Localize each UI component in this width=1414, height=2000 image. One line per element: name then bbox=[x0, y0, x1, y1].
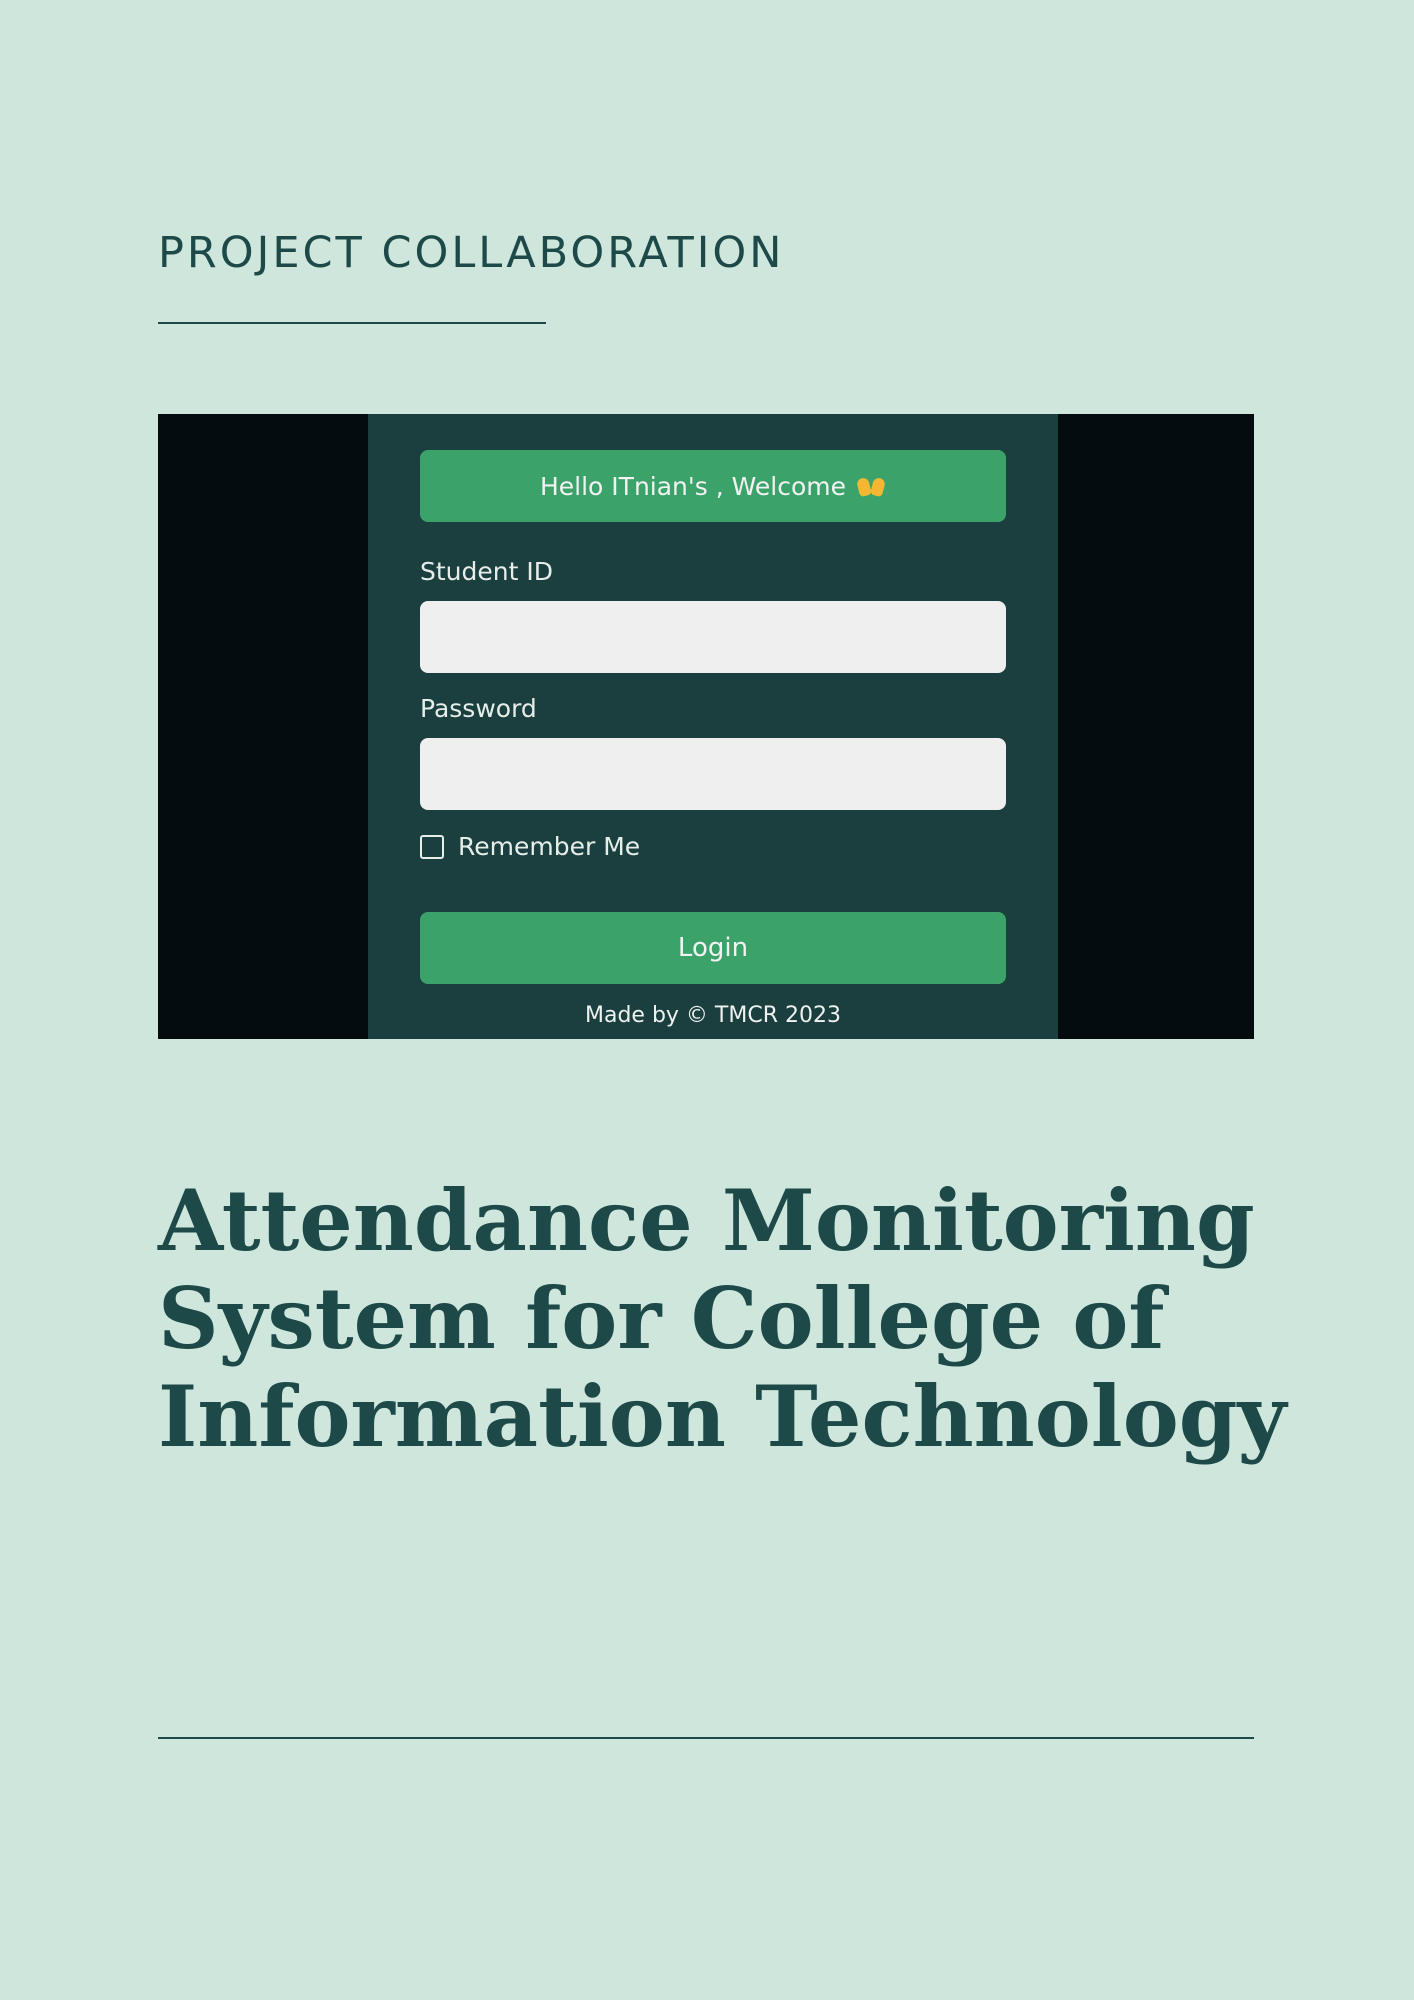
page-title: Attendance Monitoring System for College… bbox=[158, 1172, 1298, 1466]
student-id-input[interactable] bbox=[420, 601, 1006, 673]
raising-hands-icon bbox=[856, 474, 886, 498]
remember-me-checkbox[interactable] bbox=[420, 834, 444, 859]
footer-credit: Made by © TMCR 2023 bbox=[585, 1003, 841, 1028]
password-input[interactable] bbox=[420, 738, 1006, 810]
remember-me-label: Remember Me bbox=[458, 832, 641, 861]
login-button[interactable]: Login bbox=[420, 912, 1006, 984]
login-panel: Hello ITnian's , Welcome Student ID Pass… bbox=[368, 414, 1058, 1039]
title-line-1: Attendance Monitoring bbox=[158, 1171, 1255, 1270]
remember-me-row[interactable]: Remember Me bbox=[420, 832, 640, 861]
welcome-text: Hello ITnian's , Welcome bbox=[539, 471, 846, 501]
student-id-label: Student ID bbox=[420, 557, 553, 586]
eyebrow-heading: PROJECT COLLABORATION bbox=[158, 228, 785, 278]
title-line-3: Information Technology bbox=[158, 1367, 1287, 1466]
bottom-divider bbox=[158, 1737, 1254, 1739]
password-label: Password bbox=[420, 694, 537, 723]
login-screenshot: Hello ITnian's , Welcome Student ID Pass… bbox=[158, 414, 1254, 1039]
title-line-2: System for College of bbox=[158, 1269, 1165, 1368]
welcome-banner: Hello ITnian's , Welcome bbox=[420, 450, 1006, 522]
eyebrow-divider bbox=[158, 322, 546, 324]
